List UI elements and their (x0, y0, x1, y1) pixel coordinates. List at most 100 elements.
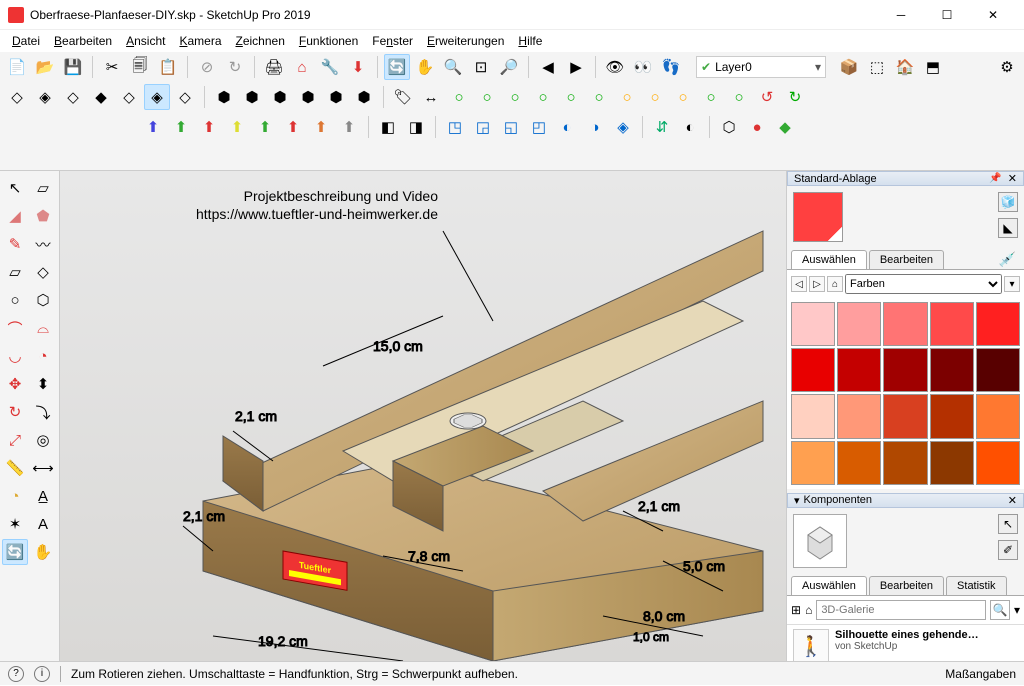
protractor-tool-icon[interactable]: ◔ (2, 483, 28, 509)
tape-tool-icon[interactable]: 📏 (2, 455, 28, 481)
komp-select-icon[interactable]: ↖ (998, 514, 1018, 534)
view-left-icon[interactable]: ◐ (554, 114, 580, 140)
paint-tool-icon[interactable]: ⬟ (30, 203, 56, 229)
material-swatch[interactable] (837, 441, 881, 485)
view-bottom-icon[interactable]: ◲ (470, 114, 496, 140)
material-swatch[interactable] (791, 441, 835, 485)
view-front-icon[interactable]: ◱ (498, 114, 524, 140)
axes-tool-icon[interactable]: ✶ (2, 511, 28, 537)
material-swatch[interactable] (791, 302, 835, 346)
material-category-select[interactable]: Farben (845, 274, 1002, 294)
material-swatch[interactable] (837, 348, 881, 392)
hidden-line-icon[interactable]: ◇ (60, 84, 86, 110)
polygon-tool-icon[interactable]: ⬡ (30, 287, 56, 313)
section-2-icon[interactable]: ○ (474, 84, 500, 110)
komp-tab-bearbeiten[interactable]: Bearbeiten (869, 576, 944, 595)
plugin-2-icon[interactable]: ● (744, 114, 770, 140)
zoom-window-icon[interactable]: ⊡ (468, 54, 494, 80)
view-iso-icon[interactable]: ◈ (610, 114, 636, 140)
maximize-button[interactable]: ☐ (924, 0, 970, 30)
redo-icon[interactable]: ↻ (222, 54, 248, 80)
material-swatch[interactable] (883, 441, 927, 485)
material-swatch[interactable] (883, 348, 927, 392)
solid-intersect-icon[interactable]: ⬢ (239, 84, 265, 110)
new-file-icon[interactable]: 📄 (4, 54, 30, 80)
solid-split-icon[interactable]: ⬢ (351, 84, 377, 110)
view-right-icon[interactable]: ◑ (582, 114, 608, 140)
material-swatch[interactable] (837, 302, 881, 346)
komp-view-icon[interactable]: ⊞ (791, 603, 801, 617)
cut-icon[interactable]: ✂ (99, 54, 125, 80)
nav-home-icon[interactable]: ⌂ (827, 276, 843, 292)
section-11-icon[interactable]: ○ (726, 84, 752, 110)
component-icon[interactable]: 📦 (836, 54, 862, 80)
pan-tool-icon[interactable]: ✋ (412, 54, 438, 80)
komp-search-input[interactable] (816, 600, 986, 620)
pan-left-tool-icon[interactable]: ✋ (30, 539, 56, 565)
extension-icon[interactable]: ⚙ (994, 54, 1020, 80)
komp-edit-icon[interactable]: ✐ (998, 540, 1018, 560)
menu-bearbeiten[interactable]: Bearbeiten (48, 32, 118, 50)
text-tool-icon[interactable]: A̲ (30, 483, 56, 509)
search-icon[interactable]: 🔍 (990, 600, 1010, 620)
print-icon[interactable]: 🖨 (261, 54, 287, 80)
default-material-icon[interactable]: ◣ (998, 218, 1018, 238)
group-icon[interactable]: ⬚ (864, 54, 890, 80)
section-5-icon[interactable]: ○ (558, 84, 584, 110)
info-icon[interactable]: i (34, 666, 50, 682)
dimension-tool-icon[interactable]: ⟷ (30, 455, 56, 481)
minimize-button[interactable]: ─ (878, 0, 924, 30)
scale-tool-icon[interactable]: ⤢ (2, 427, 28, 453)
3dtext-tool-icon[interactable]: A (30, 511, 56, 537)
iso-icon[interactable]: ◇ (4, 84, 30, 110)
axis-b-icon[interactable]: ⬆ (140, 114, 166, 140)
material-swatch[interactable] (976, 302, 1020, 346)
section-8-icon[interactable]: ○ (642, 84, 668, 110)
create-material-icon[interactable]: 🧊 (998, 192, 1018, 212)
solid-subtract-icon[interactable]: ⬢ (295, 84, 321, 110)
followme-tool-icon[interactable]: ⤵ (30, 399, 56, 425)
material-swatch[interactable] (837, 394, 881, 438)
komp-list-item[interactable]: 🚶 Silhouette eines gehende… von SketchUp (787, 624, 1024, 661)
section-4-icon[interactable]: ○ (530, 84, 556, 110)
ablage-header[interactable]: Standard-Ablage 📌 ✕ (787, 171, 1024, 186)
viewport[interactable]: Tueftler Projektbeschreibung und Video h… (60, 171, 786, 661)
zoom-extents-icon[interactable]: 🔎 (496, 54, 522, 80)
orbit-tool-icon[interactable]: 🔄 (384, 54, 410, 80)
menu-zeichnen[interactable]: Zeichnen (230, 32, 291, 50)
shaded-icon[interactable]: ◆ (88, 84, 114, 110)
material-swatch[interactable] (976, 348, 1020, 392)
arc-tool-icon[interactable]: ⌒ (2, 315, 28, 341)
paste-icon[interactable]: 📋 (155, 54, 181, 80)
nav-menu-icon[interactable]: ▾ (1004, 276, 1020, 292)
freehand-tool-icon[interactable]: 〰 (30, 231, 56, 257)
close-komp-icon[interactable]: ✕ (1008, 494, 1017, 507)
orbit-left-tool-icon[interactable]: 🔄 (2, 539, 28, 565)
plugin-3-icon[interactable]: ◆ (772, 114, 798, 140)
solid-union-icon[interactable]: ⬢ (267, 84, 293, 110)
pie-tool-icon[interactable]: ◔ (30, 343, 56, 369)
axis-v-icon[interactable]: ⬆ (252, 114, 278, 140)
look-around-icon[interactable]: 👀 (630, 54, 656, 80)
axis-j-icon[interactable]: ⬆ (196, 114, 222, 140)
komp-tab-statistik[interactable]: Statistik (946, 576, 1007, 595)
circle-tool-icon[interactable]: ○ (2, 287, 28, 313)
eraser-tool-icon[interactable]: ◢ (2, 203, 28, 229)
section-10-icon[interactable]: ○ (698, 84, 724, 110)
section-3-icon[interactable]: ○ (502, 84, 528, 110)
xray-icon[interactable]: ◇ (172, 84, 198, 110)
material-swatch[interactable] (976, 441, 1020, 485)
plugin-1-icon[interactable]: ⬡ (716, 114, 742, 140)
komponenten-thumb[interactable] (793, 514, 847, 568)
close-button[interactable]: ✕ (970, 0, 1016, 30)
solid-trim-icon[interactable]: ⬢ (323, 84, 349, 110)
material-swatch[interactable] (883, 302, 927, 346)
komp-menu-icon[interactable]: ▾ (1014, 603, 1020, 617)
menu-datei[interactable]: Datei (6, 32, 46, 50)
nav-fwd-icon[interactable]: ▷ (809, 276, 825, 292)
move-tool-icon[interactable]: ✥ (2, 371, 28, 397)
close-panel-icon[interactable]: ✕ (1008, 172, 1017, 185)
walk-icon[interactable]: 👣 (658, 54, 684, 80)
nav-back-icon[interactable]: ◁ (791, 276, 807, 292)
material-swatch[interactable] (976, 394, 1020, 438)
